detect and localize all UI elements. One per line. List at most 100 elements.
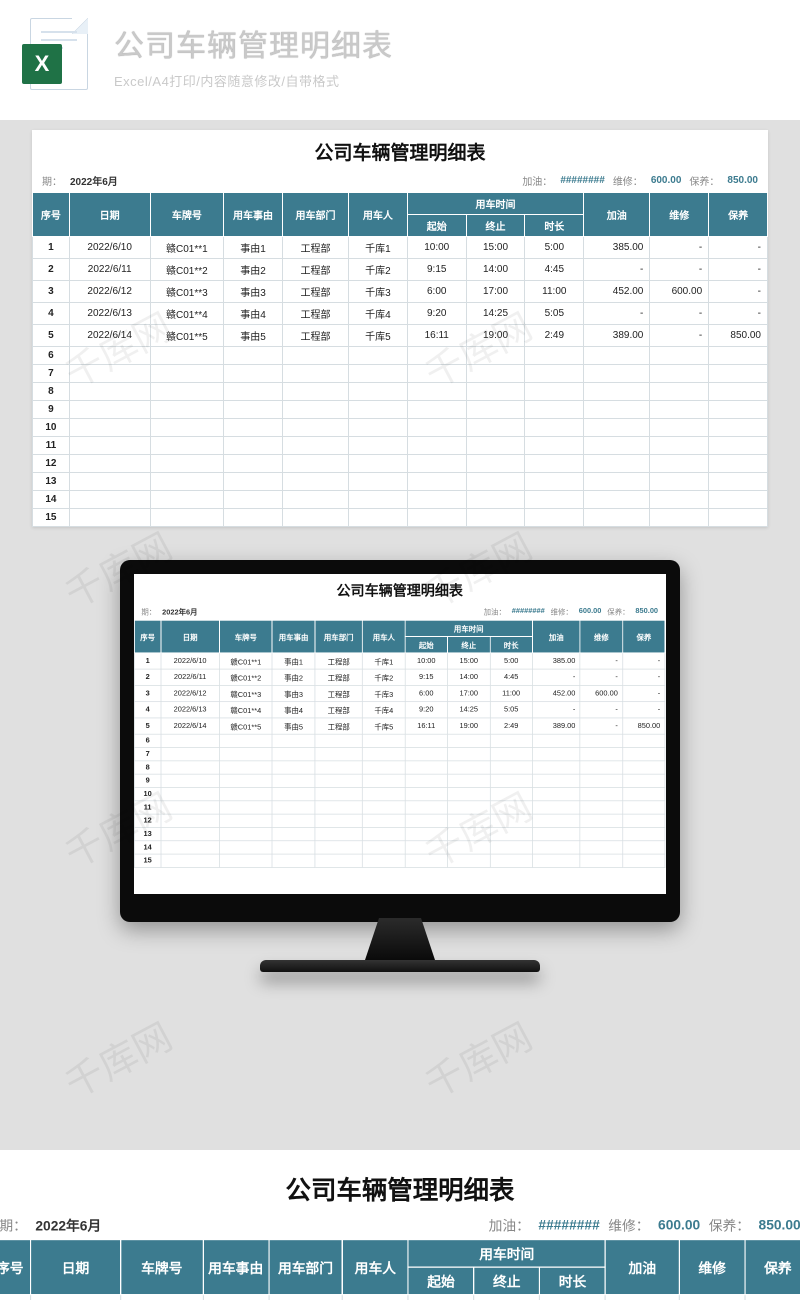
- col-plate: 车牌号: [150, 193, 224, 237]
- maint-total-value: 850.00: [754, 1217, 800, 1233]
- table-row: 9: [134, 774, 665, 787]
- table-row: 8: [134, 761, 665, 774]
- spreadsheet-preview-monitor: 公司车辆管理明细表 期： 2022年6月 加油： ######## 维修： 60…: [134, 574, 665, 868]
- period-value: 2022年6月: [31, 1215, 105, 1235]
- repair-total-label: 维修：: [604, 1215, 654, 1235]
- banner-subtitle: Excel/A4打印/内容随意修改/自带格式: [114, 71, 778, 90]
- table-row: 1 2022/6/10 赣C01**1 事由1 工程部 千库1 10:00 15…: [33, 237, 768, 259]
- watermark: 千库网: [414, 1006, 540, 1108]
- period-value: 2022年6月: [159, 606, 200, 617]
- sheet-title: 公司车辆管理明细表: [134, 574, 665, 604]
- fuel-total-label: 加油：: [481, 606, 509, 617]
- table-row: 1 2022/6/10 赣C01**1 事由1 工程部 千库1 10:00 15…: [134, 653, 665, 669]
- period-label: 期：: [0, 1215, 31, 1235]
- col-user: 用车人: [349, 193, 408, 237]
- page-banner: X 公司车辆管理明细表 Excel/A4打印/内容随意修改/自带格式: [0, 0, 800, 120]
- col-duration: 时长: [490, 637, 532, 653]
- fuel-total-value: ########: [509, 607, 548, 615]
- sheet-title: 公司车辆管理明细表: [32, 130, 768, 171]
- table-row: 8: [33, 383, 768, 401]
- col-date: 日期: [69, 193, 150, 237]
- repair-total-value: 600.00: [576, 607, 605, 615]
- col-maint: 保养: [623, 620, 665, 653]
- excel-icon: X: [22, 18, 96, 92]
- table-row: 5 2022/6/14 赣C01**5 事由5 工程部 千库5 16:11 19…: [134, 718, 665, 734]
- col-end: 终止: [474, 1267, 540, 1295]
- table-row: 9: [33, 401, 768, 419]
- table-row: 6: [33, 347, 768, 365]
- col-fuel: 加油: [584, 193, 650, 237]
- vehicle-table: 序号 日期 车牌号 用车事由 用车部门 用车人 用车时间 加油 维修 保养 起始…: [0, 1239, 800, 1300]
- repair-total-value: 600.00: [654, 1217, 705, 1233]
- period-value: 2022年6月: [66, 173, 122, 188]
- sheet-meta-row: 期： 2022年6月 加油： ######## 维修： 600.00 保养： 8…: [32, 171, 768, 192]
- vehicle-table: 序号 日期 车牌号 用车事由 用车部门 用车人 用车时间 加油 维修 保养 起始…: [134, 620, 665, 868]
- repair-total-label: 维修：: [609, 173, 647, 188]
- col-duration: 时长: [540, 1267, 606, 1295]
- col-user: 用车人: [363, 620, 405, 653]
- table-row: 13: [33, 473, 768, 491]
- table-row: 6: [134, 734, 665, 747]
- fuel-total-label: 加油：: [484, 1215, 534, 1235]
- table-row: 2 2022/6/11 赣C01**2 事由2 工程部 千库2 9:15 14:…: [33, 259, 768, 281]
- table-row: 3 2022/6/12 赣C01**3 事由3 工程部 千库3 6:00 17:…: [134, 685, 665, 701]
- maint-total-value: 850.00: [632, 607, 661, 615]
- sheet-title: 公司车辆管理明细表: [0, 1150, 800, 1213]
- table-row: 13: [134, 827, 665, 840]
- col-time-group: 用车时间: [407, 193, 583, 215]
- col-reason: 用车事由: [224, 193, 283, 237]
- col-dept: 用车部门: [315, 620, 363, 653]
- col-repair: 维修: [580, 620, 622, 653]
- table-row: 12: [134, 814, 665, 827]
- sheet-meta-row: 期： 2022年6月 加油： ######## 维修： 600.00 保养： 8…: [0, 1213, 800, 1240]
- sheet-meta-row: 期： 2022年6月 加油： ######## 维修： 600.00 保养： 8…: [134, 604, 665, 620]
- spreadsheet-preview: 公司车辆管理明细表 期： 2022年6月 加油： ######## 维修： 60…: [32, 130, 768, 527]
- col-reason: 用车事由: [203, 1240, 269, 1295]
- col-plate: 车牌号: [121, 1240, 203, 1295]
- col-end: 终止: [466, 215, 525, 237]
- col-user: 用车人: [342, 1240, 408, 1295]
- col-fuel: 加油: [532, 620, 580, 653]
- col-dept: 用车部门: [282, 193, 348, 237]
- table-row: 10: [33, 419, 768, 437]
- table-row: 4 2022/6/13 赣C01**4 事由4 工程部 千库4 9:20 14:…: [134, 702, 665, 718]
- table-row: 2 2022/6/11 赣C01**2 事由2 工程部 千库2 9:15 14:…: [134, 669, 665, 685]
- table-row: 12: [33, 455, 768, 473]
- fuel-total-value: ########: [556, 175, 609, 186]
- excel-badge: X: [22, 44, 62, 84]
- col-start: 起始: [407, 215, 466, 237]
- table-row: 10: [134, 787, 665, 800]
- col-reason: 用车事由: [272, 620, 314, 653]
- table-row: 11: [134, 801, 665, 814]
- maint-total-label: 保养：: [685, 173, 723, 188]
- col-seq: 序号: [134, 620, 161, 653]
- col-maint: 保养: [709, 193, 768, 237]
- spreadsheet-preview-bottom-crop: 公司车辆管理明细表 期： 2022年6月 加油： ######## 维修： 60…: [0, 1150, 800, 1300]
- table-row: 3 2022/6/12 赣C01**3 事由3 工程部 千库3 6:00 17:…: [33, 281, 768, 303]
- table-row: 5 2022/6/14 赣C01**5 事由5 工程部 千库5 16:11 19…: [33, 325, 768, 347]
- maint-total-label: 保养：: [704, 1215, 754, 1235]
- table-row: 4 2022/6/13 赣C01**4 事由4 工程部 千库4 9:20 14:…: [33, 303, 768, 325]
- col-seq: 序号: [33, 193, 70, 237]
- col-time-group: 用车时间: [408, 1240, 605, 1268]
- col-plate: 车牌号: [219, 620, 272, 653]
- maint-total-label: 保养：: [604, 606, 632, 617]
- banner-title: 公司车辆管理明细表: [114, 21, 778, 65]
- period-label: 期：: [138, 606, 159, 617]
- col-date: 日期: [30, 1240, 120, 1295]
- col-seq: 序号: [0, 1240, 30, 1295]
- table-row: 11: [33, 437, 768, 455]
- col-time-group: 用车时间: [405, 620, 532, 636]
- table-row: 14: [33, 491, 768, 509]
- table-row: 15: [33, 509, 768, 527]
- col-end: 终止: [447, 637, 489, 653]
- col-repair: 维修: [679, 1240, 745, 1295]
- fuel-total-value: ########: [534, 1217, 604, 1233]
- repair-total-label: 维修：: [548, 606, 576, 617]
- watermark: 千库网: [54, 1006, 180, 1108]
- monitor-mockup: 公司车辆管理明细表 期： 2022年6月 加油： ######## 维修： 60…: [120, 560, 680, 972]
- period-label: 期：: [38, 173, 66, 188]
- col-dept: 用车部门: [269, 1240, 343, 1295]
- vehicle-table: 序号 日期 车牌号 用车事由 用车部门 用车人 用车时间 加油 维修 保养 起始…: [32, 192, 768, 527]
- fuel-total-label: 加油：: [518, 173, 556, 188]
